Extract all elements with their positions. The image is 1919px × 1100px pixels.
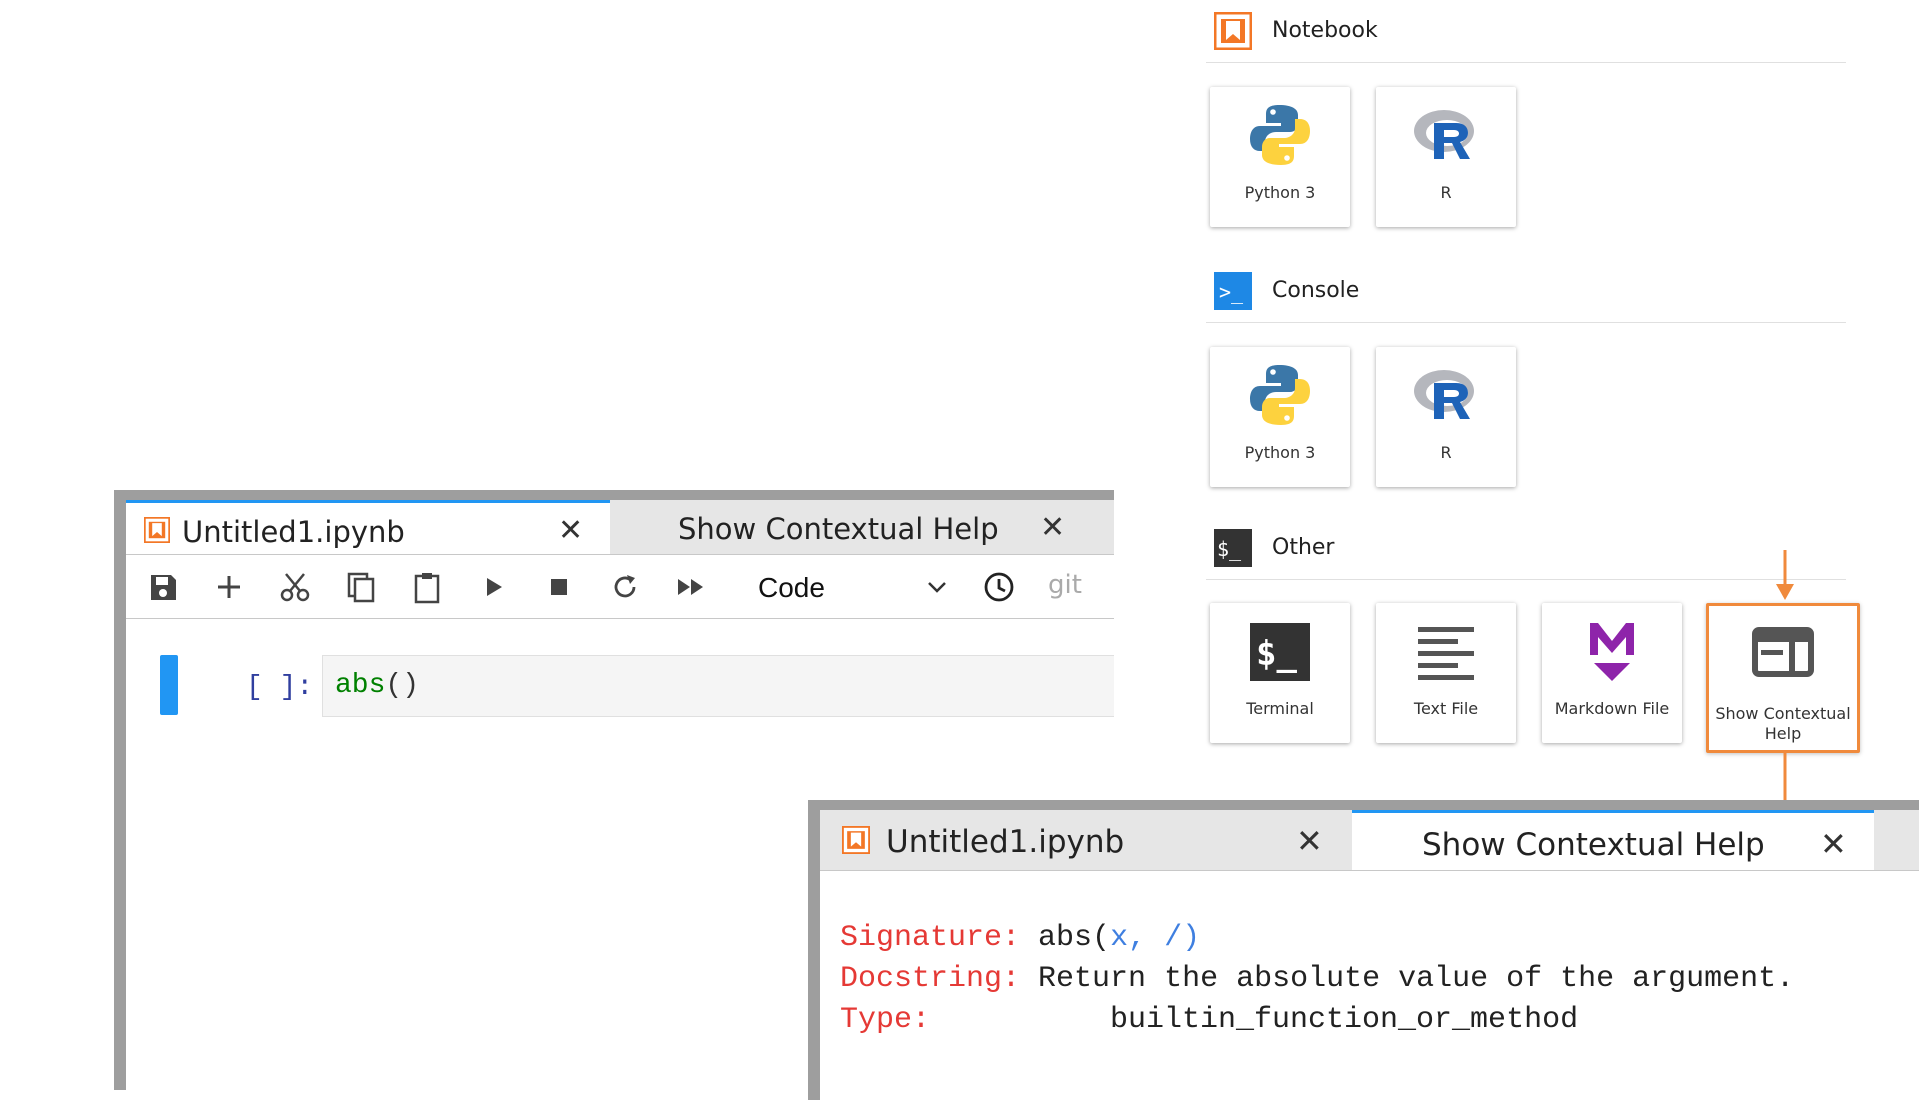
section-label: Other xyxy=(1272,535,1335,560)
card-label: Python 3 xyxy=(1244,183,1316,202)
tab-label: Untitled1.ipynb xyxy=(182,515,405,549)
cell-selection-bar xyxy=(160,655,178,715)
help-key: Docstring: xyxy=(840,962,1021,996)
tab-untitled1[interactable]: Untitled1.ipynb ✕ xyxy=(820,810,1350,870)
section-other: $_ Other xyxy=(1206,517,1846,580)
console-glyph: >_ xyxy=(1219,280,1244,304)
card-label: Text File xyxy=(1413,699,1479,718)
card-label: Show Contextual Help xyxy=(1715,704,1851,743)
cell-prompt: [ ]: xyxy=(246,672,314,703)
terminal-glyph: $_ xyxy=(1256,634,1297,674)
tab-label: Show Contextual Help xyxy=(1422,827,1765,863)
tab-untitled1[interactable]: Untitled1.ipynb ✕ xyxy=(126,500,610,554)
close-icon[interactable]: ✕ xyxy=(558,513,583,548)
help-content: Signature: abs(x, /) Docstring: Return th… xyxy=(840,918,1794,1041)
terminal-section-icon: $_ xyxy=(1214,529,1252,567)
launcher-card-terminal[interactable]: $_ Terminal xyxy=(1210,603,1350,743)
help-value: abs( xyxy=(1038,921,1111,955)
code-text: abs() xyxy=(335,670,419,701)
help-inner: Untitled1.ipynb ✕ Show Contextual Help ✕… xyxy=(820,810,1919,1100)
help-row-signature: Signature: abs(x, /) xyxy=(840,918,1794,959)
code-func: abs xyxy=(335,670,386,701)
launcher-card-console-python3[interactable]: Python 3 xyxy=(1210,347,1350,487)
close-icon[interactable]: ✕ xyxy=(1820,825,1847,863)
section-label: Notebook xyxy=(1272,18,1378,43)
git-button[interactable]: git xyxy=(1048,570,1082,600)
r-logo-icon xyxy=(1414,110,1474,159)
help-value-param: x, / xyxy=(1110,921,1183,955)
python-logo-icon xyxy=(1250,105,1310,165)
tab-show-contextual-help[interactable]: Show Contextual Help ✕ xyxy=(612,500,1072,554)
code-parens: () xyxy=(385,670,420,701)
copy-icon[interactable] xyxy=(344,570,378,604)
code-cell-editor[interactable]: abs() xyxy=(322,655,1114,717)
fast-forward-icon[interactable] xyxy=(674,570,708,604)
card-label: R xyxy=(1440,443,1452,462)
section-console: >_ Console xyxy=(1206,260,1846,323)
card-label: R xyxy=(1440,183,1452,202)
r-logo-icon xyxy=(1414,370,1474,419)
launcher-card-notebook-r[interactable]: R xyxy=(1376,87,1516,227)
restart-icon[interactable] xyxy=(608,570,642,604)
stop-icon[interactable] xyxy=(542,570,576,604)
tab-label: Untitled1.ipynb xyxy=(886,824,1125,860)
close-icon[interactable]: ✕ xyxy=(1040,510,1065,545)
section-label: Console xyxy=(1272,278,1360,303)
add-cell-icon[interactable] xyxy=(212,570,246,604)
notebook-icon xyxy=(144,517,170,543)
launcher: Notebook Python 3 R >_ Console Python 3 … xyxy=(1190,0,1860,760)
other-glyph: $_ xyxy=(1217,537,1242,561)
close-icon[interactable]: ✕ xyxy=(1296,822,1323,860)
launcher-card-console-r[interactable]: R xyxy=(1376,347,1516,487)
notebook-tabbar: Untitled1.ipynb ✕ Show Contextual Help ✕ xyxy=(126,500,1114,555)
chevron-down-icon xyxy=(928,582,946,593)
help-key: Type: xyxy=(840,1003,931,1037)
card-label: Terminal xyxy=(1246,699,1314,718)
help-value: ) xyxy=(1182,921,1201,955)
notebook-icon xyxy=(1214,12,1252,50)
tab-label: Show Contextual Help xyxy=(678,512,999,546)
launcher-card-text-file[interactable]: Text File xyxy=(1376,603,1516,743)
cell-type-select[interactable]: Code xyxy=(758,570,948,604)
launcher-card-show-contextual-help[interactable]: Show Contextual Help xyxy=(1706,603,1860,753)
tab-show-contextual-help[interactable]: Show Contextual Help ✕ xyxy=(1352,810,1874,870)
paste-icon[interactable] xyxy=(410,570,444,604)
clock-icon[interactable] xyxy=(982,570,1016,604)
help-tabbar: Untitled1.ipynb ✕ Show Contextual Help ✕ xyxy=(820,810,1919,871)
console-icon: >_ xyxy=(1214,272,1252,310)
help-key: Signature: xyxy=(840,921,1021,955)
help-value: builtin_function_or_method xyxy=(1110,1003,1579,1037)
terminal-icon: $_ xyxy=(1250,623,1310,681)
card-label: Python 3 xyxy=(1244,443,1316,462)
launcher-card-markdown-file[interactable]: Markdown File xyxy=(1542,603,1682,743)
help-row-docstring: Docstring: Return the absolute value of … xyxy=(840,959,1794,1000)
python-logo-icon xyxy=(1250,365,1310,425)
help-value: Return the absolute value of the argumen… xyxy=(1038,962,1795,996)
cell-type-value: Code xyxy=(758,572,825,603)
section-notebook: Notebook xyxy=(1206,0,1846,63)
run-icon[interactable] xyxy=(476,570,510,604)
contextual-help-panel: Untitled1.ipynb ✕ Show Contextual Help ✕… xyxy=(808,800,1919,1100)
arrow-down-icon xyxy=(1776,550,1794,600)
text-file-icon xyxy=(1418,627,1474,680)
cut-icon[interactable] xyxy=(278,570,312,604)
card-label: Markdown File xyxy=(1554,699,1670,718)
save-icon[interactable] xyxy=(146,570,180,604)
launcher-card-notebook-python3[interactable]: Python 3 xyxy=(1210,87,1350,227)
help-row-type: Type: builtin_function_or_method xyxy=(840,1000,1794,1041)
markdown-icon xyxy=(1590,623,1634,681)
contextual-help-icon xyxy=(1752,627,1814,677)
notebook-toolbar: Code git xyxy=(126,556,1114,619)
notebook-icon xyxy=(842,826,870,854)
